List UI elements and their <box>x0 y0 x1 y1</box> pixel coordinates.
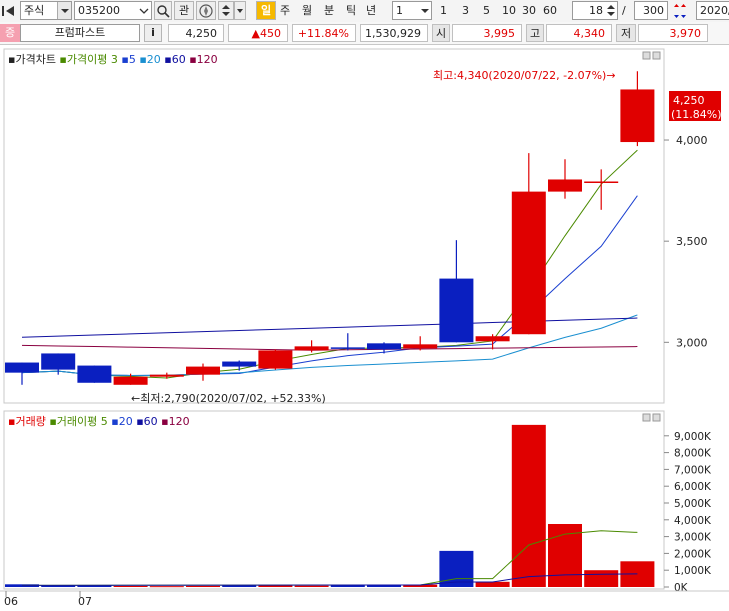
change-percent: +11.84% <box>292 24 356 42</box>
market-badge: 증 <box>0 24 20 42</box>
volume-bar[interactable] <box>294 585 329 587</box>
volume-axis-label: 2,000K <box>674 548 712 560</box>
view-count-input[interactable]: 18 <box>572 1 618 20</box>
volume-axis-label: 5,000K <box>674 498 712 510</box>
market-select-value: 주식 <box>24 4 45 17</box>
x-axis-label: 07 <box>78 595 92 608</box>
chevron-down-icon[interactable] <box>234 1 246 20</box>
volume-axis-label: 0K <box>674 582 689 594</box>
quick-1-button[interactable]: 1 <box>440 1 447 21</box>
volume-bar[interactable] <box>113 585 148 587</box>
search-button[interactable] <box>154 1 172 20</box>
related-button[interactable]: 관 <box>174 1 194 20</box>
spin-up-down[interactable] <box>218 1 234 20</box>
stock-code-value: 035200 <box>78 4 120 17</box>
unit-select[interactable]: 1 <box>392 1 432 20</box>
panel-toggle-icon[interactable] <box>2 5 16 17</box>
stepper-icon[interactable] <box>605 2 617 22</box>
view-count-value: 18 <box>589 4 603 17</box>
period-day-button[interactable]: 일 <box>256 1 276 20</box>
high-annotation: 최고:4,340(2020/07/22, -2.07%)→ <box>433 69 616 82</box>
volume-bar[interactable] <box>584 570 619 587</box>
quick-3-button[interactable]: 3 <box>462 1 469 21</box>
volume-axis-label: 6,000K <box>674 481 712 493</box>
zoom-arrows-icon[interactable] <box>672 3 688 22</box>
low-label: 저 <box>616 24 636 42</box>
current-price-badge-pct: (11.84%) <box>671 108 722 121</box>
volume-axis-label: 7,000K <box>674 464 712 476</box>
quick-60-button[interactable]: 60 <box>543 1 557 21</box>
legend-entry[interactable]: ▪120 <box>158 415 190 428</box>
svg-text:▪거래량 ▪거래이평 5 ▪20 ▪60 ▪120: ▪거래량 ▪거래이평 5 ▪20 ▪60 ▪120 <box>8 415 190 428</box>
quick-10-button[interactable]: 10 <box>502 1 516 21</box>
period-year-button[interactable]: 년 <box>366 1 376 21</box>
legend-entry[interactable]: ▪20 <box>108 415 133 428</box>
chevron-down-icon[interactable] <box>139 5 149 20</box>
legend-entry[interactable]: ▪거래이평 5 <box>46 415 108 428</box>
volume-bar[interactable] <box>511 424 546 587</box>
price-change: ▲450 <box>228 24 288 42</box>
trade-volume: 1,530,929 <box>360 24 428 42</box>
open-label: 시 <box>432 24 450 42</box>
period-minute-button[interactable]: 분 <box>324 1 334 21</box>
svg-text:▪가격차트 ▪가격이평 3 ▪5 ▪20 ▪60 ▪120: ▪가격차트 ▪가격이평 3 ▪5 ▪20 ▪60 ▪120 <box>8 53 218 66</box>
price-axis-label: 4,000 <box>676 134 708 147</box>
price-axis-label: 3,500 <box>676 235 708 248</box>
toolbar: 주식 035200 관 일 주 월 분 틱 년 1 1 3 5 10 30 60… <box>0 0 729 23</box>
period-month-button[interactable]: 월 <box>302 1 312 21</box>
total-count-value: 300 <box>643 4 664 17</box>
high-price: 4,340 <box>546 24 612 42</box>
low-annotation: ←최저:2,790(2020/07/02, +52.33%) <box>131 392 326 405</box>
period-tick-button[interactable]: 틱 <box>346 1 356 21</box>
count-separator: / <box>622 4 626 17</box>
chevron-down-icon[interactable] <box>57 2 71 19</box>
candlestick[interactable] <box>258 349 293 370</box>
legend-entry[interactable]: ▪60 <box>161 53 186 66</box>
search-icon <box>157 5 170 18</box>
volume-axis-label: 4,000K <box>674 515 712 527</box>
volume-bar[interactable] <box>186 585 220 587</box>
legend-entry[interactable]: ▪가격차트 <box>8 53 56 66</box>
lock-button[interactable] <box>196 1 216 20</box>
volume-axis-label: 3,000K <box>674 532 712 544</box>
price-axis-label: 3,000 <box>676 336 708 349</box>
info-button[interactable]: i <box>144 24 162 42</box>
volume-bar[interactable] <box>475 581 510 587</box>
date-value: 2020/ <box>700 4 729 17</box>
quick-30-button[interactable]: 30 <box>522 1 536 21</box>
open-price: 3,995 <box>452 24 522 42</box>
legend-entry[interactable]: ▪가격이평 3 <box>56 53 118 66</box>
x-axis-label: 06 <box>4 595 18 608</box>
chevron-down-icon[interactable] <box>420 5 430 20</box>
volume-bar[interactable] <box>149 586 184 588</box>
unit-select-value: 1 <box>396 4 403 17</box>
volume-bar[interactable] <box>258 585 293 587</box>
market-select[interactable]: 주식 <box>20 1 72 20</box>
current-price: 4,250 <box>168 24 224 42</box>
legend-entry[interactable]: ▪5 <box>118 53 136 66</box>
current-price-badge-value: 4,250 <box>673 94 705 107</box>
legend-entry[interactable]: ▪거래량 <box>8 415 46 428</box>
stock-chart[interactable]: 4,000 3,500 3,000 9,000K 8,000K 7,000K 6,000K… <box>0 47 729 608</box>
low-price: 3,970 <box>638 24 708 42</box>
quick-5-button[interactable]: 5 <box>483 1 490 21</box>
legend-entry[interactable]: ▪120 <box>186 53 218 66</box>
total-count-input[interactable]: 300 <box>634 1 668 20</box>
legend-entry[interactable]: ▪20 <box>136 53 161 66</box>
stock-code-input[interactable]: 035200 <box>74 1 152 20</box>
compass-icon <box>199 4 213 18</box>
legend-entry[interactable]: ▪60 <box>133 415 158 428</box>
period-week-button[interactable]: 주 <box>280 1 290 21</box>
high-label: 고 <box>526 24 544 42</box>
volume-bar[interactable] <box>330 585 365 587</box>
chart-area[interactable]: 4,000 3,500 3,000 9,000K 8,000K 7,000K 6,000K… <box>0 47 729 608</box>
date-input[interactable]: 2020/ <box>696 1 729 20</box>
volume-axis-label: 8,000K <box>674 448 712 460</box>
candlestick[interactable] <box>77 365 112 383</box>
stock-name[interactable]: 프럼파스트 <box>20 24 140 42</box>
volume-axis-label: 1,000K <box>674 565 712 577</box>
volume-axis-label: 9,000K <box>674 431 712 443</box>
